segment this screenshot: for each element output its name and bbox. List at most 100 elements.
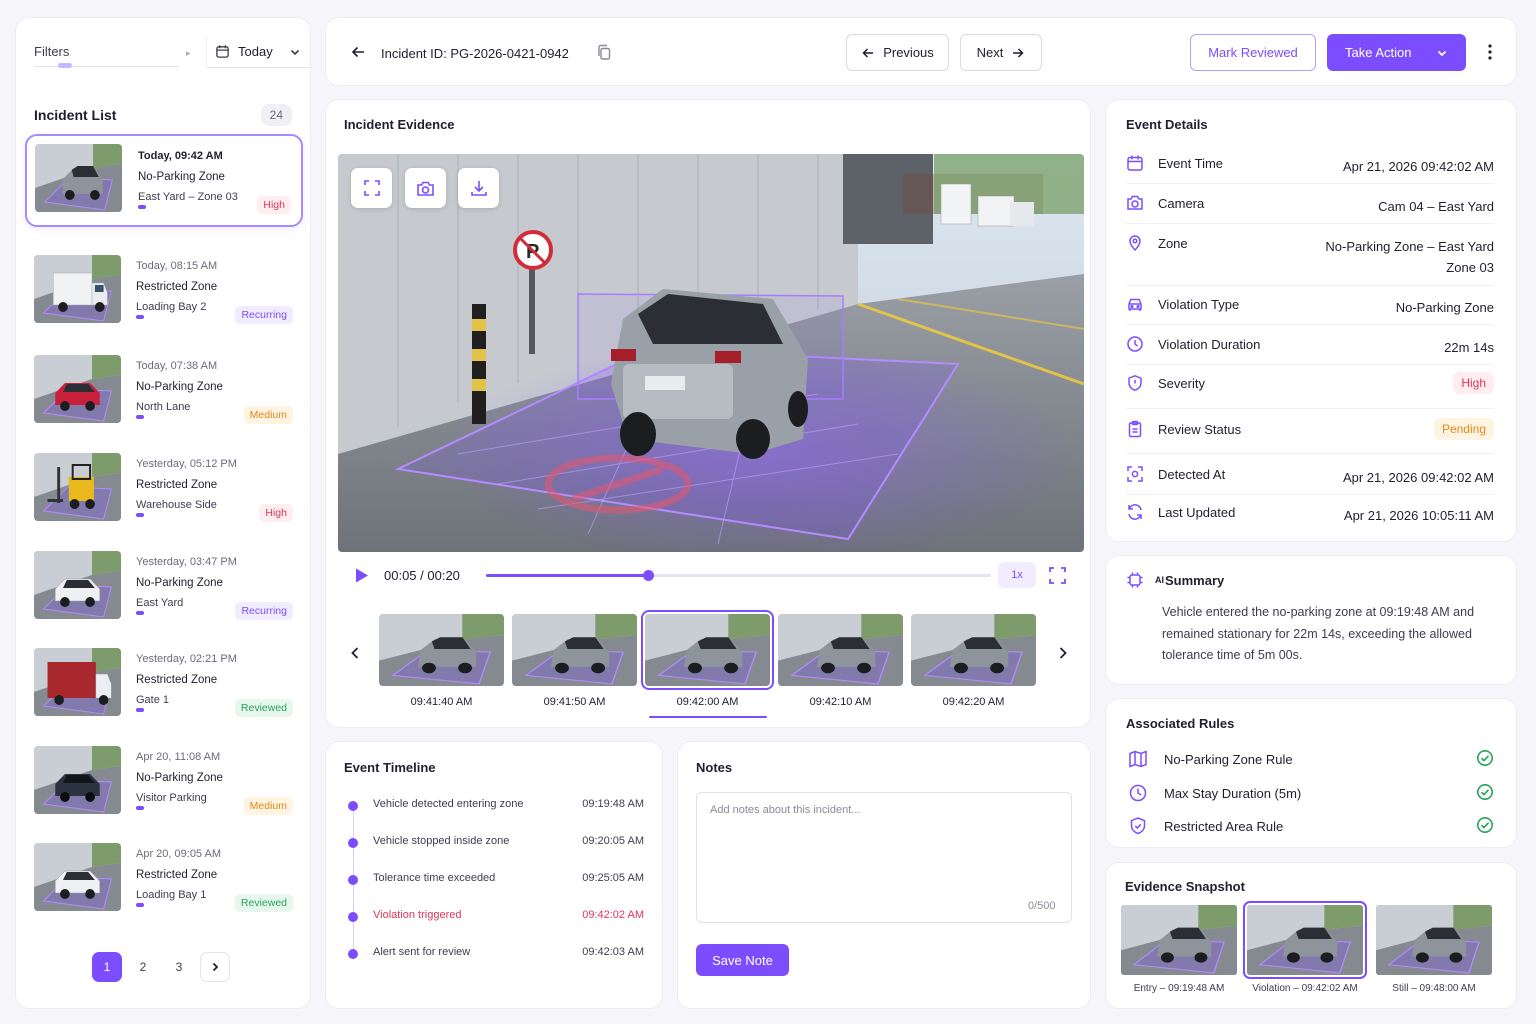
clock-icon	[1127, 336, 1143, 352]
incident-thumbnail	[34, 453, 121, 521]
screenshot-button[interactable]	[405, 168, 446, 208]
incident-list-item[interactable]: Today, 07:38 AM No-Parking Zone North La…	[25, 346, 303, 439]
video-frame-thumbnail[interactable]	[911, 614, 1036, 686]
incident-list-item[interactable]: Today, 09:42 AM No-Parking Zone East Yar…	[25, 134, 303, 227]
incident-list-item[interactable]: Yesterday, 05:12 PM Restricted Zone Ware…	[25, 444, 303, 537]
seek-bar[interactable]	[486, 570, 991, 581]
rule-label: No-Parking Zone Rule	[1164, 752, 1293, 767]
location-marker	[136, 611, 144, 615]
playback-speed-button[interactable]: 1x	[998, 562, 1036, 588]
video-frame-thumbnail[interactable]	[379, 614, 504, 686]
filters-label[interactable]: Filters	[34, 44, 69, 59]
camera-icon	[417, 181, 434, 196]
next-button[interactable]: Next	[960, 34, 1042, 71]
date-filter-select[interactable]: Today	[206, 36, 312, 68]
video-frame-thumbnail[interactable]	[512, 614, 637, 686]
timeline-event: Violation triggered 09:42:02 AM	[348, 908, 644, 928]
calendar-icon	[1127, 155, 1143, 171]
detail-value-line-1: No-Parking Zone – East Yard	[1325, 239, 1494, 254]
rule-item[interactable]: No-Parking Zone Rule	[1128, 749, 1494, 771]
incident-list-item[interactable]: Yesterday, 03:47 PM No-Parking Zone East…	[25, 542, 303, 635]
more-options-icon[interactable]	[1488, 44, 1492, 60]
take-action-label: Take Action	[1345, 45, 1412, 60]
copy-icon[interactable]	[596, 44, 612, 61]
detail-label: Severity	[1158, 376, 1205, 391]
check-circle-icon	[1477, 817, 1493, 833]
scan-icon	[1127, 466, 1143, 482]
download-button[interactable]	[458, 168, 499, 208]
incident-location: Visitor Parking	[136, 792, 207, 804]
detail-label: Violation Type	[1158, 297, 1240, 312]
frame-timestamp: 09:42:20 AM	[942, 696, 1005, 708]
incident-location: North Lane	[136, 401, 191, 413]
filters-caret-icon[interactable]: ▸	[186, 48, 191, 59]
car-icon	[1128, 298, 1142, 311]
detail-value: Apr 21, 2026 09:42:02 AM	[1342, 159, 1494, 174]
notes-title: Notes	[696, 760, 733, 775]
chevron-right-icon	[212, 962, 219, 972]
incident-list-item[interactable]: Apr 20, 09:05 AM Restricted Zone Loading…	[25, 834, 303, 927]
expand-icon	[363, 180, 380, 196]
page-2-button[interactable]: 2	[128, 952, 158, 982]
incident-list-item[interactable]: Apr 20, 11:08 AM No-Parking Zone Visitor…	[25, 737, 303, 830]
page-3-button[interactable]: 3	[164, 952, 194, 982]
snapshot-thumbnail[interactable]	[1121, 905, 1237, 975]
shield-check-icon	[1130, 817, 1146, 835]
save-note-button[interactable]: Save Note	[696, 944, 789, 976]
evidence-video-player[interactable]: P	[338, 154, 1084, 552]
review-status-badge: Pending	[1433, 418, 1494, 440]
incident-thumbnail	[34, 843, 121, 911]
associated-rules-panel: Associated Rules No-Parking Zone Rule Ma…	[1105, 698, 1517, 848]
notes-char-count: 0/500	[1028, 900, 1056, 912]
frame-timestamp: 09:42:10 AM	[809, 696, 872, 708]
notes-textarea[interactable]	[696, 792, 1072, 923]
next-page-button[interactable]	[200, 952, 230, 982]
timeline-event-time: 09:19:48 AM	[582, 798, 644, 810]
timeline-event-text: Vehicle detected entering zone	[373, 798, 524, 810]
frame-timestamp: 09:41:50 AM	[543, 696, 606, 708]
detail-severity: Severity High	[1126, 372, 1494, 409]
detail-last-updated: Last Updated Apr 21, 2026 10:05:11 AM	[1126, 503, 1494, 533]
chevron-left-icon[interactable]	[350, 646, 360, 660]
location-marker	[136, 513, 144, 517]
incident-list-item[interactable]: Yesterday, 02:21 PM Restricted Zone Gate…	[25, 639, 303, 732]
incident-thumbnail	[34, 551, 121, 619]
previous-button[interactable]: Previous	[846, 34, 949, 71]
play-icon[interactable]	[354, 567, 370, 584]
timeline-event: Alert sent for review 09:42:03 AM	[348, 945, 644, 965]
incident-badge: Medium	[243, 797, 293, 815]
snapshot-label: Violation – 09:42:02 AM	[1252, 983, 1358, 994]
location-pin-icon	[1129, 235, 1141, 252]
chevron-right-icon[interactable]	[1058, 646, 1068, 660]
detail-value: Apr 21, 2026 10:05:11 AM	[1343, 508, 1494, 523]
expand-view-button[interactable]	[351, 168, 392, 208]
fullscreen-icon[interactable]	[1048, 566, 1067, 585]
snapshot-label: Still – 09:48:00 AM	[1392, 983, 1476, 994]
snapshot-thumbnail[interactable]	[1243, 901, 1367, 979]
detail-label: Event Time	[1158, 156, 1224, 171]
video-frame-thumbnail[interactable]	[641, 610, 774, 690]
rule-item[interactable]: Max Stay Duration (5m)	[1128, 783, 1494, 805]
snapshot-thumbnail[interactable]	[1376, 905, 1492, 975]
severity-badge: High	[1453, 372, 1494, 394]
timeline-event: Tolerance time exceeded 09:25:05 AM	[348, 871, 644, 891]
date-filter-value: Today	[238, 44, 273, 59]
rule-item[interactable]: Restricted Area Rule	[1128, 816, 1494, 838]
back-arrow-icon[interactable]	[350, 44, 366, 60]
seek-handle[interactable]	[642, 570, 654, 581]
camera-icon	[1127, 195, 1143, 210]
video-frame-thumbnail[interactable]	[778, 614, 903, 686]
download-icon	[470, 181, 487, 196]
location-marker	[136, 315, 144, 319]
incident-type: No-Parking Zone	[136, 381, 223, 393]
incident-topbar: Incident ID: PG-2026-0421-0942 Previous …	[325, 17, 1517, 86]
incident-location: Loading Bay 2	[136, 301, 207, 313]
incident-thumbnail	[34, 355, 121, 423]
selected-frame-indicator	[649, 716, 767, 718]
incident-list-item[interactable]: Today, 08:15 AM Restricted Zone Loading …	[25, 246, 303, 339]
frame-filmstrip: 09:41:40 AM 09:41:50 AM 09:42:00 AM 09:4…	[338, 604, 1084, 720]
incident-time: Yesterday, 05:12 PM	[136, 458, 237, 470]
page-1-button[interactable]: 1	[92, 952, 122, 982]
take-action-button[interactable]: Take Action	[1327, 34, 1466, 71]
mark-reviewed-button[interactable]: Mark Reviewed	[1190, 34, 1316, 71]
